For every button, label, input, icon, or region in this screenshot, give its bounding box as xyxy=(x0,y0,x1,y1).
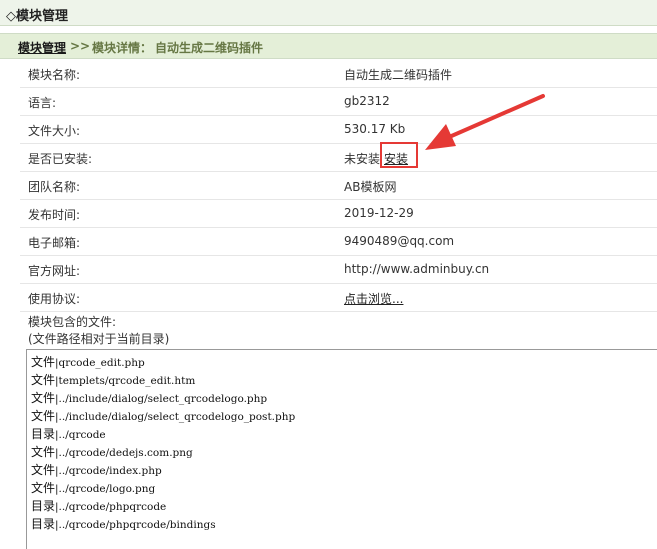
file-list-item: 文件|../qrcode/dedejs.com.png xyxy=(31,445,193,459)
license-link[interactable]: 点击浏览... xyxy=(344,290,403,307)
detail-value: gb2312 xyxy=(344,94,390,108)
detail-label: 模块名称: xyxy=(28,68,81,82)
file-list-item: 文件|../qrcode/logo.png xyxy=(31,481,156,495)
file-list-item: 目录|../qrcode xyxy=(31,427,106,441)
detail-label: 使用协议: xyxy=(28,292,81,306)
detail-value: http://www.adminbuy.cn xyxy=(344,262,490,276)
files-section-header: 模块包含的文件: (文件路径相对于当前目录) xyxy=(28,314,169,348)
detail-row-name: 模块名称: 自动生成二维码插件 xyxy=(20,60,657,88)
file-list-item: 目录|../qrcode/phpqrcode xyxy=(31,499,167,513)
file-list-item: 文件|../qrcode/index.php xyxy=(31,463,162,477)
detail-label: 语言: xyxy=(28,96,57,110)
file-list[interactable]: 文件|qrcode_edit.php 文件|templets/qrcode_ed… xyxy=(26,349,657,549)
breadcrumb-current-name: 自动生成二维码插件 xyxy=(155,41,264,55)
detail-row-license: 使用协议: 点击浏览... xyxy=(20,284,657,312)
files-title: 模块包含的文件: xyxy=(28,315,117,329)
detail-row-date: 发布时间: 2019-12-29 xyxy=(20,200,657,228)
detail-label: 发布时间: xyxy=(28,208,81,222)
file-list-item: 文件|../include/dialog/select_qrcodelogo_p… xyxy=(31,409,296,423)
detail-value: 530.17 Kb xyxy=(344,122,406,136)
file-list-item: 文件|../include/dialog/select_qrcodelogo.p… xyxy=(31,391,268,405)
detail-value: 2019-12-29 xyxy=(344,206,414,220)
detail-row-filesize: 文件大小: 530.17 Kb xyxy=(20,116,657,144)
breadcrumb-root-link[interactable]: 模块管理 xyxy=(18,39,66,56)
detail-value: 未安装 xyxy=(344,152,381,166)
annotation-highlight-box xyxy=(380,142,418,168)
detail-row-website: 官方网址: http://www.adminbuy.cn xyxy=(20,256,657,284)
detail-label: 是否已安装: xyxy=(28,152,93,166)
breadcrumb-separator: >> xyxy=(70,39,91,53)
file-list-item: 文件|templets/qrcode_edit.htm xyxy=(31,373,196,387)
window-title-bar: ◇模块管理 xyxy=(0,0,657,26)
detail-value: 自动生成二维码插件 xyxy=(344,68,453,82)
detail-row-installed: 是否已安装: 未安装 安装 xyxy=(20,144,657,172)
detail-row-email: 电子邮箱: 9490489@qq.com xyxy=(20,228,657,256)
detail-value: AB模板网 xyxy=(344,180,397,194)
detail-label: 团队名称: xyxy=(28,180,81,194)
detail-row-team: 团队名称: AB模板网 xyxy=(20,172,657,200)
window-title: ◇模块管理 xyxy=(6,9,68,24)
detail-label: 官方网址: xyxy=(28,264,81,278)
breadcrumb: 模块管理 >> 模块详情： 自动生成二维码插件 xyxy=(0,33,657,59)
detail-label: 电子邮箱: xyxy=(28,236,81,250)
breadcrumb-current-prefix: 模块详情： xyxy=(92,41,153,55)
detail-value: 9490489@qq.com xyxy=(344,234,455,248)
file-list-item: 目录|../qrcode/phpqrcode/bindings xyxy=(31,517,216,531)
file-list-item: 文件|qrcode_edit.php xyxy=(31,355,145,369)
detail-label: 文件大小: xyxy=(28,124,81,138)
files-subtitle: (文件路径相对于当前目录) xyxy=(28,332,170,346)
detail-row-language: 语言: gb2312 xyxy=(20,88,657,116)
